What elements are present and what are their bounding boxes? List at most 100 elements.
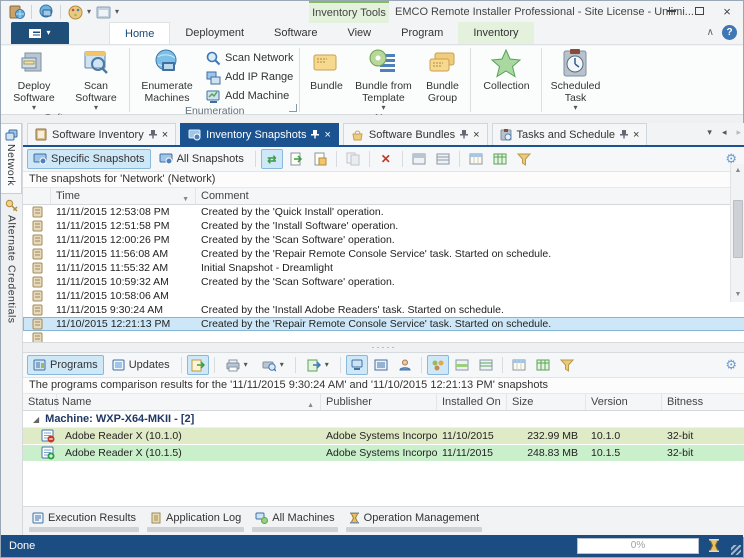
column-chooser-button-2[interactable] <box>508 355 530 375</box>
tab-inventory[interactable]: Inventory <box>458 22 533 44</box>
size-column-header[interactable]: Size <box>507 394 586 410</box>
close-tab-icon[interactable]: × <box>162 129 168 141</box>
dock-tab-operation-management[interactable]: Operation Management <box>346 512 483 532</box>
doc-tab-inventory-snapshots[interactable]: Inventory Snapshots × <box>180 123 339 145</box>
scheduled-task-button[interactable]: Scheduled Task ▾ <box>544 47 606 112</box>
layout-rows-button[interactable] <box>432 149 454 169</box>
grid-view-button[interactable] <box>489 149 511 169</box>
updates-toggle[interactable]: Updates <box>106 355 176 375</box>
snapshot-row[interactable]: 11/11/2015 9:30:24 AM Created by the 'In… <box>23 303 744 317</box>
dock-tab-execution-results[interactable]: Execution Results <box>29 512 139 532</box>
delete-snapshot-button[interactable]: ✕ <box>375 149 397 169</box>
scroll-up-icon[interactable]: ▲ <box>735 164 742 178</box>
layout-split-button[interactable] <box>408 149 430 169</box>
programs-toggle[interactable]: Programs <box>27 355 104 375</box>
resize-grip[interactable] <box>731 545 741 555</box>
deploy-software-button[interactable]: Deploy Software ▾ <box>3 47 65 112</box>
scan-software-button[interactable]: Scan Software ▾ <box>65 47 127 112</box>
qat-overflow-icon[interactable]: ▾ <box>115 8 119 16</box>
snapshot-row[interactable]: 11/11/2015 11:55:32 AM Initial Snapshot … <box>23 261 744 275</box>
application-menu-button[interactable]: ▾ <box>11 22 69 44</box>
bitness-column-header[interactable]: Bitness <box>662 394 744 410</box>
print-button[interactable]: ▾ <box>220 355 254 375</box>
dock-tab-all-machines[interactable]: All Machines <box>252 512 337 532</box>
close-button[interactable]: × <box>713 1 741 21</box>
theme-palette-icon[interactable] <box>65 3 85 21</box>
sidebar-item-network[interactable]: Network <box>1 123 22 194</box>
screenshot-icon[interactable] <box>93 3 113 21</box>
load-snapshot-button[interactable] <box>285 149 307 169</box>
comparison-mode-button[interactable] <box>187 355 209 375</box>
export-button[interactable]: ▾ <box>301 355 335 375</box>
tab-home[interactable]: Home <box>109 22 170 44</box>
name-column-header[interactable]: Name ▲ <box>57 394 321 410</box>
specific-snapshots-toggle[interactable]: Specific Snapshots <box>27 149 151 169</box>
tab-view[interactable]: View <box>332 22 386 44</box>
expander-icon[interactable]: ◢ <box>33 415 39 424</box>
dock-tab-application-log[interactable]: Application Log <box>147 512 244 532</box>
snapshots-scrollbar[interactable]: ▲ ▼ <box>730 164 744 302</box>
theme-dropdown-icon[interactable]: ▾ <box>87 8 91 16</box>
comment-column-header[interactable]: Comment <box>196 188 744 204</box>
snapshot-row[interactable]: 11/11/2015 10:58:06 AM <box>23 289 744 303</box>
bundle-group-button[interactable]: Bundle Group <box>416 47 468 104</box>
filter-button-2[interactable] <box>556 355 578 375</box>
close-tab-icon[interactable]: × <box>473 129 479 141</box>
layout-rows-button-2[interactable] <box>475 355 497 375</box>
doc-tab-tasks-and-schedule[interactable]: Tasks and Schedule × <box>492 123 648 145</box>
program-row-removed[interactable]: Adobe Reader X (10.1.0) Adobe Systems In… <box>23 428 744 444</box>
collapse-ribbon-icon[interactable]: ∧ <box>707 27 714 38</box>
remote-console-icon[interactable] <box>36 3 56 21</box>
pane-splitter[interactable]: ····· <box>23 342 744 353</box>
snapshot-row[interactable]: 11/11/2015 12:00:26 PM Created by the 'S… <box>23 233 744 247</box>
icon-column-header[interactable] <box>23 188 51 204</box>
scrollbar-track[interactable] <box>731 178 744 288</box>
doc-tab-software-inventory[interactable]: Software Inventory × <box>27 123 176 145</box>
app-logo-icon[interactable] <box>7 3 27 21</box>
close-tab-icon[interactable]: × <box>633 129 639 141</box>
scroll-down-icon[interactable]: ▼ <box>735 288 742 302</box>
pin-icon[interactable] <box>311 130 319 139</box>
version-column-header[interactable]: Version <box>586 394 662 410</box>
group-by-program-button[interactable] <box>370 355 392 375</box>
tab-program[interactable]: Program <box>386 22 458 44</box>
enumerate-machines-button[interactable]: Enumerate Machines <box>132 47 202 104</box>
doc-tab-software-bundles[interactable]: Software Bundles × <box>343 123 488 145</box>
bundle-from-template-button[interactable]: Bundle from Template ▾ <box>350 47 416 112</box>
print-preview-button[interactable]: ▾ <box>256 355 290 375</box>
snapshot-row-selected[interactable]: 11/10/2015 12:21:13 PM Created by the 'R… <box>23 317 744 331</box>
group-by-machine-button[interactable] <box>346 355 368 375</box>
scrollbar-thumb[interactable] <box>733 200 743 258</box>
snapshot-row[interactable]: 11/11/2015 11:56:08 AM Created by the 'R… <box>23 247 744 261</box>
layout-split-button-2[interactable] <box>451 355 473 375</box>
pin-icon[interactable] <box>460 130 468 139</box>
enumeration-dialog-launcher-icon[interactable] <box>289 104 297 112</box>
tab-software[interactable]: Software <box>259 22 332 44</box>
group-by-user-button[interactable] <box>394 355 416 375</box>
scan-network-button[interactable]: Scan Network <box>202 49 297 67</box>
pin-icon[interactable] <box>620 130 628 139</box>
program-row-added[interactable]: Adobe Reader X (10.1.5) Adobe Systems In… <box>23 445 744 461</box>
all-snapshots-toggle[interactable]: All Snapshots <box>153 149 250 169</box>
sidebar-item-alternate-credentials[interactable]: Alternate Credentials <box>1 194 22 331</box>
bundle-button[interactable]: Bundle <box>302 47 350 103</box>
scroll-tabs-left-icon[interactable]: ◂ <box>722 127 727 138</box>
snapshot-row[interactable]: 11/11/2015 10:59:32 AM Created by the 'S… <box>23 275 744 289</box>
snapshot-row[interactable]: 11/11/2015 12:53:08 PM Created by the 'Q… <box>23 205 744 219</box>
settings-gear-icon[interactable]: ⚙ <box>725 357 737 373</box>
grid-view-button-2[interactable] <box>532 355 554 375</box>
add-ip-range-button[interactable]: Add IP Range <box>202 68 297 86</box>
scroll-tabs-right-icon[interactable]: ▸ <box>736 127 741 138</box>
snapshot-row[interactable]: 11/11/2015 12:51:58 PM Created by the 'I… <box>23 219 744 233</box>
maximize-button[interactable] <box>685 1 713 21</box>
status-column-header[interactable]: Status <box>23 394 57 410</box>
compare-snapshots-button[interactable]: ⇄ <box>261 149 283 169</box>
column-chooser-button[interactable] <box>465 149 487 169</box>
installed-on-column-header[interactable]: Installed On <box>437 394 507 410</box>
machine-group-row[interactable]: ◢ Machine: WXP-X64-MKII - [2] <box>23 411 744 428</box>
pin-icon[interactable] <box>149 130 157 139</box>
edit-comment-button[interactable] <box>342 149 364 169</box>
filter-button[interactable] <box>513 149 535 169</box>
close-tab-icon[interactable]: × <box>324 129 330 141</box>
minimize-button[interactable] <box>657 1 685 21</box>
